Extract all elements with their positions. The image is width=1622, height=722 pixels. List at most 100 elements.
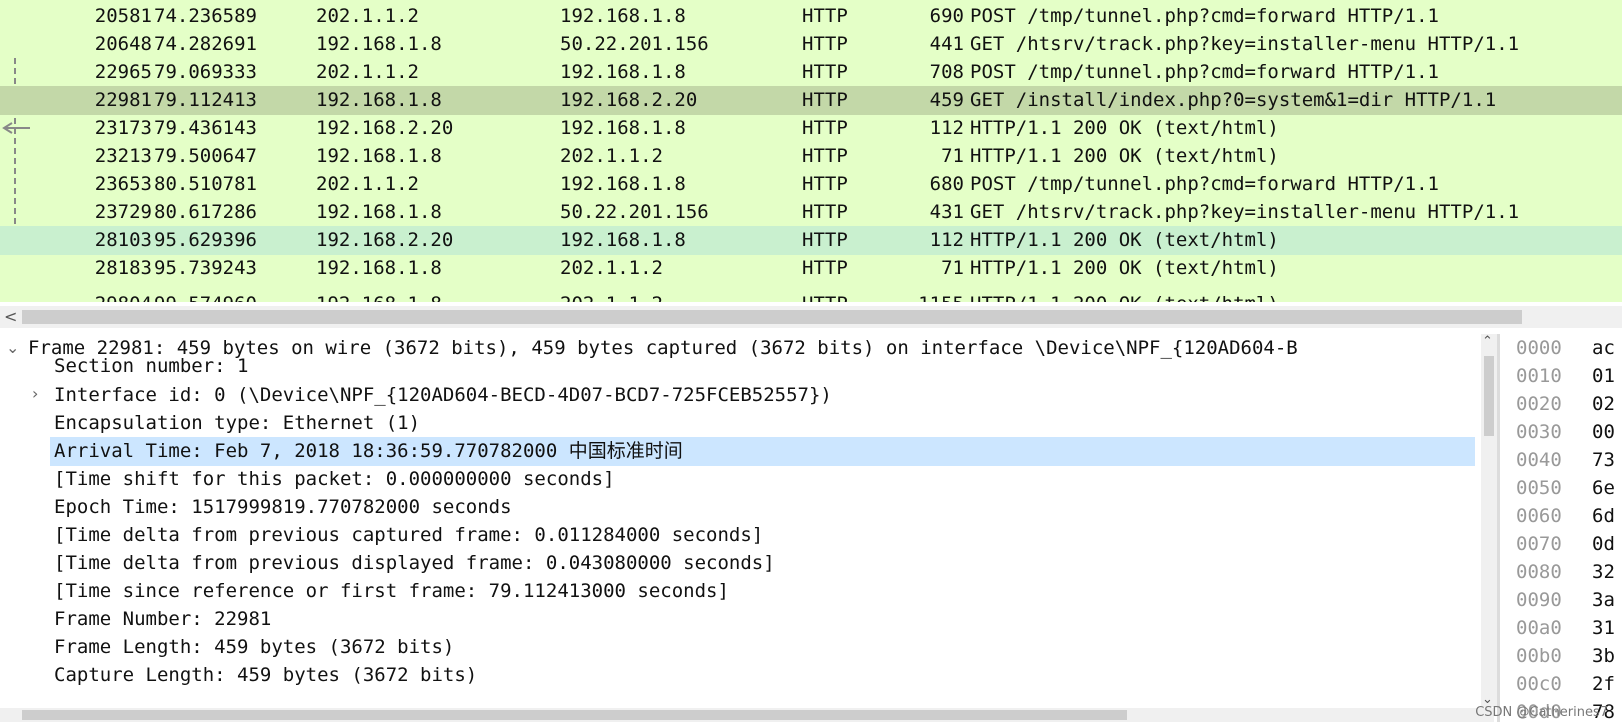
byte-value: 01: [1592, 365, 1615, 387]
section-number-line[interactable]: Section number: 1: [54, 352, 248, 381]
byte-value: 73: [1592, 449, 1615, 471]
packet-info: POST /tmp/tunnel.php?cmd=forward HTTP/1.…: [970, 5, 1439, 27]
packet-row[interactable]: 20581 74.236589 202.1.1.2 192.168.1.8 HT…: [0, 2, 1622, 31]
packet-length: 431: [929, 201, 964, 223]
packet-row[interactable]: 23173 79.436143 192.168.2.20 192.168.1.8…: [0, 114, 1622, 143]
scroll-up-icon[interactable]: ⌃: [1482, 334, 1493, 349]
packet-protocol: HTTP: [802, 201, 848, 223]
packet-destination: 202.1.1.2: [560, 145, 663, 167]
details-horizontal-scrollbar[interactable]: [0, 708, 1494, 722]
packet-source: 192.168.1.8: [316, 33, 442, 55]
packet-destination: 202.1.1.2: [560, 257, 663, 279]
packet-row[interactable]: 23729 80.617286 192.168.1.8 50.22.201.15…: [0, 198, 1622, 227]
packet-protocol: HTTP: [802, 145, 848, 167]
packet-destination: 192.168.1.8: [560, 117, 686, 139]
packet-row[interactable]: 20648 74.282691 192.168.1.8 50.22.201.15…: [0, 30, 1622, 59]
packet-source: 192.168.1.8: [316, 89, 442, 111]
packet-protocol: HTTP: [802, 173, 848, 195]
packet-time: 74.282691: [154, 33, 257, 55]
packet-source: 202.1.1.2: [316, 5, 419, 27]
packet-no: 28183: [94, 257, 152, 279]
packet-time: 79.112413: [154, 89, 257, 111]
chevron-down-icon[interactable]: ⌄: [6, 338, 19, 357]
delta-captured-line[interactable]: [Time delta from previous captured frame…: [54, 521, 763, 550]
packet-destination: 192.168.1.8: [560, 173, 686, 195]
byte-value: 02: [1592, 393, 1615, 415]
packet-length: 71: [941, 145, 964, 167]
byte-offset: 00c0: [1516, 673, 1562, 695]
packet-protocol: HTTP: [802, 61, 848, 83]
packet-destination: 192.168.2.20: [560, 89, 698, 111]
packet-destination: 202.1.1.2: [560, 290, 663, 302]
delta-displayed-line[interactable]: [Time delta from previous displayed fram…: [54, 549, 775, 578]
packet-destination: 192.168.1.8: [560, 229, 686, 251]
packet-info: HTTP/1.1 200 OK (text/html): [970, 257, 1279, 279]
packet-length: 71: [941, 257, 964, 279]
epoch-time-line[interactable]: Epoch Time: 1517999819.770782000 seconds: [54, 493, 512, 522]
byte-value: 3b: [1592, 645, 1615, 667]
time-shift-line[interactable]: [Time shift for this packet: 0.000000000…: [54, 465, 615, 494]
byte-offset: 0090: [1516, 589, 1562, 611]
packet-no: 28103: [94, 229, 152, 251]
packet-info: GET /install/index.php?0=system&1=dir HT…: [970, 89, 1497, 111]
packet-row[interactable]: 28183 95.739243 192.168.1.8 202.1.1.2 HT…: [0, 254, 1622, 283]
packet-info: HTTP/1.1 200 OK (text/html): [970, 290, 1279, 302]
packet-no: 23173: [94, 117, 152, 139]
packet-details-pane[interactable]: ⌄ Frame 22981: 459 bytes on wire (3672 b…: [0, 334, 1494, 707]
packet-no: 23729: [94, 201, 152, 223]
packet-row[interactable]: 23213 79.500647 192.168.1.8 202.1.1.2 HT…: [0, 142, 1622, 171]
packet-row-selected[interactable]: 22981 79.112413 192.168.1.8 192.168.2.20…: [0, 86, 1622, 115]
details-vertical-scrollbar[interactable]: ⌃ ⌄: [1481, 334, 1497, 707]
packet-destination: 192.168.1.8: [560, 61, 686, 83]
frame-length-line[interactable]: Frame Length: 459 bytes (3672 bits): [54, 633, 454, 662]
watermark: CSDN @Catherines7: [1475, 705, 1608, 720]
byte-offset: 0040: [1516, 449, 1562, 471]
packet-protocol: HTTP: [802, 257, 848, 279]
packet-source: 192.168.1.8: [316, 257, 442, 279]
packet-row[interactable]: 22965 79.069333 202.1.1.2 192.168.1.8 HT…: [0, 58, 1622, 87]
byte-value: 2f: [1592, 673, 1615, 695]
byte-offset: 0080: [1516, 561, 1562, 583]
packet-list-horizontal-scrollbar[interactable]: <: [0, 306, 1622, 328]
packet-source: 202.1.1.2: [316, 173, 419, 195]
packet-source: 202.1.1.2: [316, 61, 419, 83]
byte-offset: 0010: [1516, 365, 1562, 387]
packet-destination: 50.22.201.156: [560, 201, 709, 223]
packet-row[interactable]: 29804 99.574960 192.168.1.8 202.1.1.2 HT…: [0, 290, 1622, 302]
arrival-time-line[interactable]: Arrival Time: Feb 7, 2018 18:36:59.77078…: [50, 437, 1475, 466]
packet-row[interactable]: 23653 80.510781 202.1.1.2 192.168.1.8 HT…: [0, 170, 1622, 199]
interface-id-line[interactable]: Interface id: 0 (\Device\NPF_{120AD604-B…: [54, 381, 832, 410]
packet-info: GET /htsrv/track.php?key=installer-menu …: [970, 201, 1520, 223]
packet-bytes-pane[interactable]: 0000 ac 0010 01 0020 02 0030 00 0040 73 0050 6…: [1500, 334, 1622, 722]
packet-length: 690: [929, 5, 964, 27]
byte-value: 3a: [1592, 589, 1615, 611]
packet-time: 99.574960: [154, 290, 257, 302]
frame-number-line[interactable]: Frame Number: 22981: [54, 605, 271, 634]
packet-row[interactable]: 28103 95.629396 192.168.2.20 192.168.1.8…: [0, 226, 1622, 255]
packet-no: 20648: [94, 33, 152, 55]
byte-value: 6e: [1592, 477, 1615, 499]
packet-time: 79.500647: [154, 145, 257, 167]
packet-time: 74.236589: [154, 5, 257, 27]
arrival-timezone: 中国标准时间: [568, 440, 683, 462]
packet-time: 95.739243: [154, 257, 257, 279]
scrollbar-thumb[interactable]: [22, 310, 1522, 324]
scrollbar-thumb[interactable]: [1484, 356, 1494, 436]
time-since-reference-line[interactable]: [Time since reference or first frame: 79…: [54, 577, 729, 606]
packet-info: HTTP/1.1 200 OK (text/html): [970, 117, 1279, 139]
packet-no: 22981: [94, 89, 152, 111]
packet-info: POST /tmp/tunnel.php?cmd=forward HTTP/1.…: [970, 61, 1439, 83]
capture-length-line[interactable]: Capture Length: 459 bytes (3672 bits): [54, 661, 477, 690]
scrollbar-thumb[interactable]: [22, 710, 1127, 720]
chevron-right-icon[interactable]: ›: [32, 384, 38, 403]
encapsulation-line[interactable]: Encapsulation type: Ethernet (1): [54, 409, 420, 438]
packet-protocol: HTTP: [802, 290, 848, 302]
byte-offset: 0030: [1516, 421, 1562, 443]
scroll-left-icon[interactable]: <: [4, 306, 17, 328]
packet-no: 23213: [94, 145, 152, 167]
byte-value: 00: [1592, 421, 1615, 443]
packet-source: 192.168.2.20: [316, 117, 454, 139]
packet-protocol: HTTP: [802, 33, 848, 55]
packet-list[interactable]: 20581 74.236589 202.1.1.2 192.168.1.8 HT…: [0, 0, 1622, 302]
packet-time: 79.069333: [154, 61, 257, 83]
